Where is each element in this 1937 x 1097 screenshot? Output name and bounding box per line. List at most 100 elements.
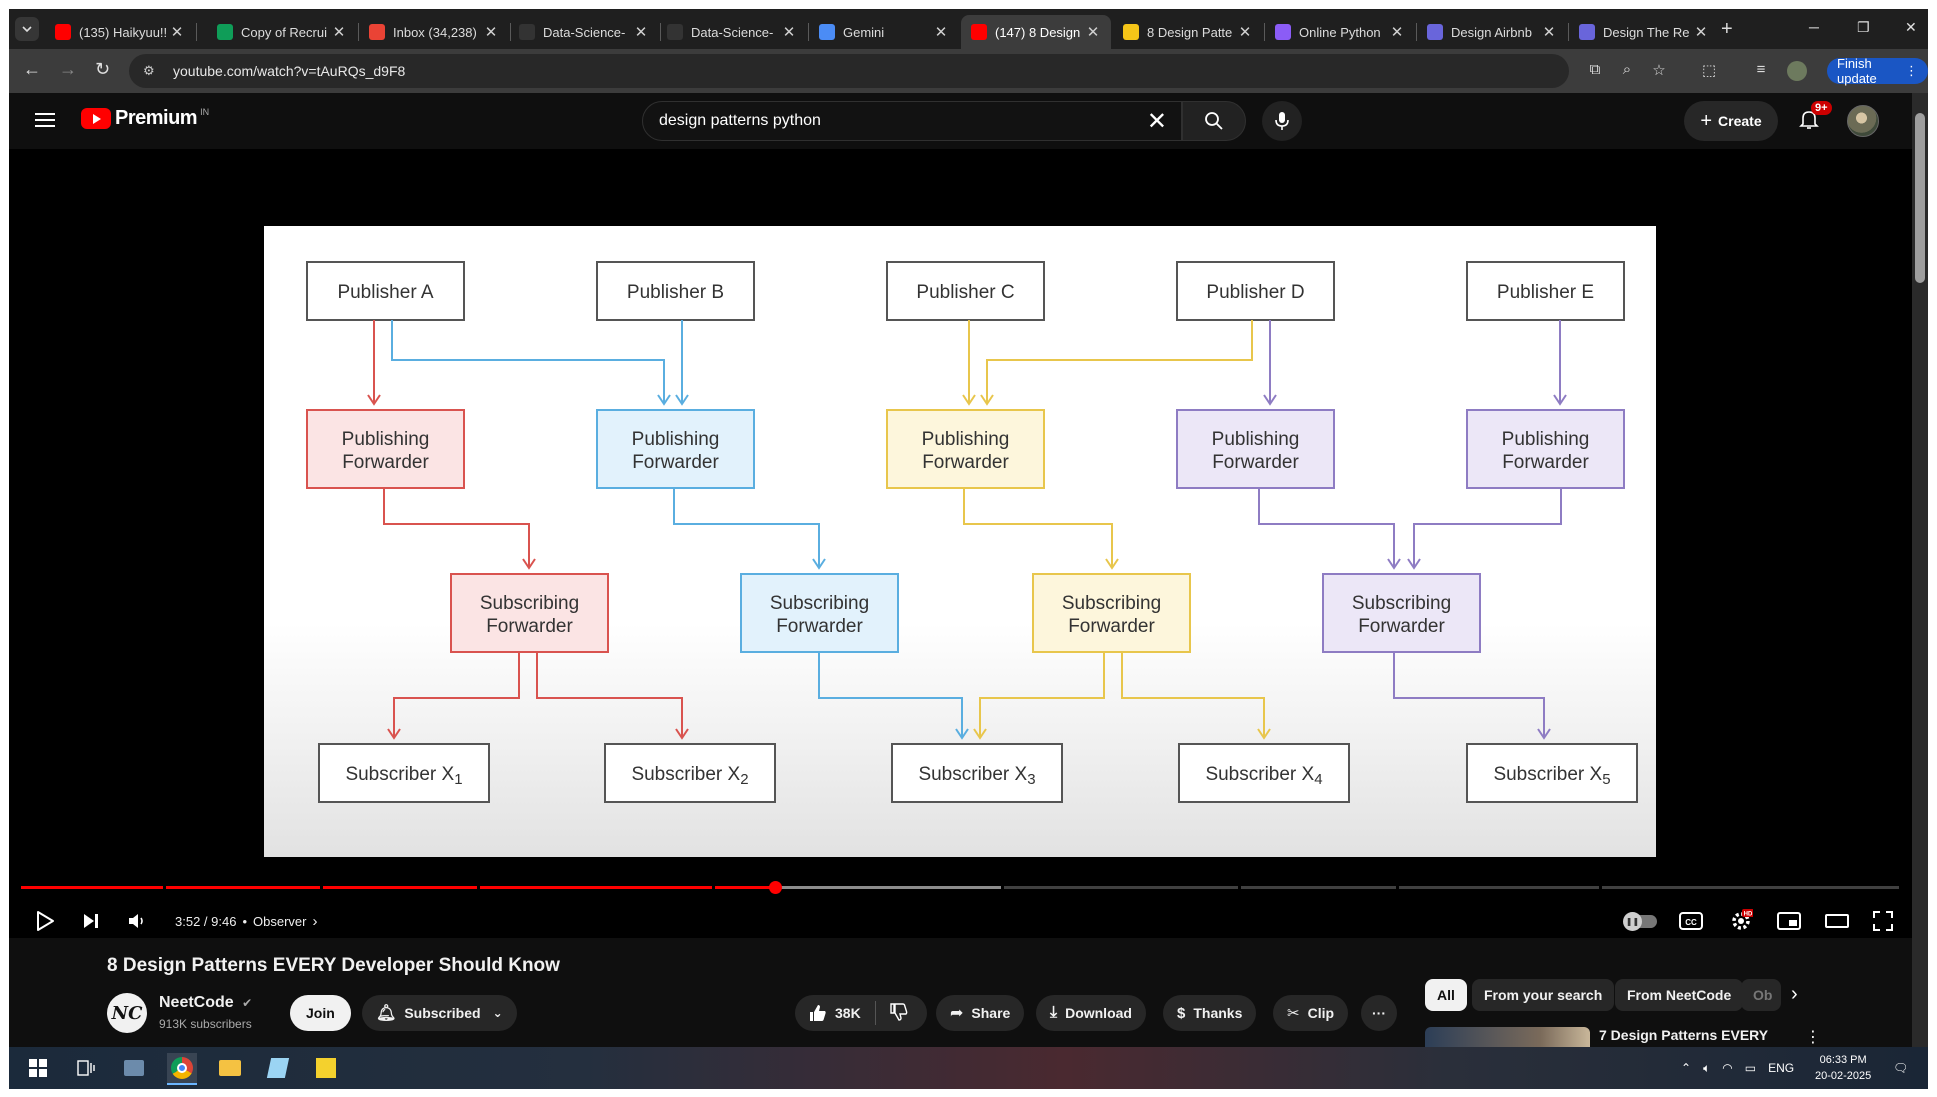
video-player[interactable]: Publisher A Publisher B Publisher C Publish… [9,149,1912,938]
channel-avatar[interactable]: NC [107,993,147,1033]
channel-name[interactable]: NeetCode ✔ [159,994,252,1012]
clock[interactable]: 06:33 PM 20-02-2025 [1815,1052,1871,1084]
tab-title: (147) 8 Design [995,24,1081,40]
autoplay-toggle[interactable]: ❚❚ [1623,909,1657,933]
wifi-icon[interactable]: ◠ [1722,1061,1732,1075]
recommendation-thumbnail[interactable] [1425,1027,1590,1047]
theater-mode-icon [1825,914,1849,928]
taskbar-file-explorer-icon[interactable] [215,1053,245,1083]
like-button[interactable]: 38K [809,1004,861,1022]
next-button[interactable] [81,909,101,933]
close-tab-icon[interactable]: ✕ [633,23,649,41]
more-vertical-icon[interactable]: ⋮ [1805,1027,1821,1047]
back-button[interactable]: ← [23,59,41,80]
close-tab-icon[interactable]: ✕ [483,23,499,41]
search-button[interactable] [1182,101,1246,141]
chapter-title[interactable]: Observer [253,914,306,929]
install-app-icon[interactable]: ⧉ [1585,61,1605,81]
taskbar-sticky-notes-icon[interactable] [311,1053,341,1083]
play-button[interactable] [35,909,55,933]
close-tab-icon[interactable]: ✕ [1693,23,1709,41]
forward-button[interactable]: → [59,59,77,80]
browser-tab[interactable]: Online Python ✕ [1265,15,1415,49]
filter-chip[interactable]: From your search [1472,979,1615,1011]
taskbar-chrome-icon[interactable] [167,1053,197,1085]
close-tab-icon[interactable]: ✕ [1085,23,1101,41]
share-button[interactable]: ➦ Share [936,995,1025,1031]
reading-list-icon[interactable]: ≡ [1751,61,1771,81]
fullscreen-button[interactable] [1873,909,1893,933]
notifications-button[interactable]: 9+ [1797,101,1832,135]
close-tab-icon[interactable]: ✕ [1389,23,1405,41]
create-button[interactable]: + Create [1684,101,1778,141]
tab-search-button[interactable] [15,17,39,41]
miniplayer-button[interactable] [1777,909,1801,933]
mute-button[interactable] [127,909,147,933]
close-tab-icon[interactable]: ✕ [1237,23,1253,41]
voice-search-button[interactable] [1262,101,1302,141]
close-tab-icon[interactable]: ✕ [933,23,949,41]
chevron-up-icon[interactable]: ⌃ [1681,1061,1691,1075]
browser-tab[interactable]: Data-Science- ✕ [509,15,659,49]
notification-center-icon[interactable]: 🗨︎ [1893,1047,1908,1089]
finish-update-button[interactable]: Finish update ⋮ [1827,56,1928,86]
settings-button[interactable]: HD [1729,909,1753,933]
taskbar-app-icon[interactable] [263,1053,293,1083]
reload-button[interactable]: ↻ [95,59,110,80]
minimize-button[interactable]: ─ [1809,19,1819,35]
profile-icon[interactable] [1787,61,1807,81]
speaker-icon[interactable]: 🔈︎ [1703,1061,1710,1076]
task-view-button[interactable] [71,1053,101,1083]
chevron-right-icon[interactable]: › [1791,983,1798,1006]
chevron-right-icon[interactable]: › [312,913,317,930]
close-tab-icon[interactable]: ✕ [1541,23,1557,41]
clip-button[interactable]: ✂ Clip [1273,995,1349,1031]
browser-tab[interactable]: 8 Design Patte ✕ [1113,15,1263,49]
close-tab-icon[interactable]: ✕ [331,23,347,41]
menu-icon[interactable] [35,113,55,127]
dislike-button[interactable] [889,1002,908,1024]
language-indicator[interactable]: ENG [1768,1061,1794,1075]
taskbar-app-explorer-icon[interactable] [119,1053,149,1083]
filter-chip[interactable]: Ob [1741,979,1781,1011]
browser-tab[interactable]: Data-Science- ✕ [657,15,807,49]
clear-search-icon[interactable]: ✕ [1147,107,1167,136]
progress-bar[interactable] [21,881,1899,894]
filter-chip[interactable]: From NeetCode [1615,979,1744,1011]
download-icon: ⤓ [1050,1004,1058,1021]
more-actions-button[interactable]: ··· [1361,995,1397,1031]
address-bar[interactable]: ⚙ youtube.com/watch?v=tAuRQs_d9F8 [129,54,1569,88]
site-info-icon[interactable]: ⚙ [143,63,159,79]
page-scrollbar[interactable] [1912,93,1928,1047]
close-tab-icon[interactable]: ✕ [781,23,797,41]
browser-tab[interactable]: Design Airbnb ✕ [1417,15,1567,49]
bookmark-star-icon[interactable]: ☆ [1649,61,1669,81]
browser-tab[interactable]: Design The Re ✕ [1569,15,1719,49]
youtube-logo[interactable]: Premium IN [81,107,209,130]
theater-mode-button[interactable] [1825,909,1849,933]
restore-button[interactable]: ❐ [1857,19,1870,36]
zoom-icon[interactable]: ⌕ [1617,61,1637,81]
captions-button[interactable]: CC [1679,909,1703,933]
close-window-button[interactable]: ✕ [1905,19,1917,36]
browser-tab[interactable]: (147) 8 Design ✕ [961,15,1111,49]
download-button[interactable]: ⤓ Download [1036,995,1146,1031]
browser-tab[interactable]: Gemini ✕ [809,15,959,49]
thanks-button[interactable]: $ Thanks [1163,995,1257,1031]
close-tab-icon[interactable]: ✕ [169,23,185,41]
battery-icon[interactable]: ▭ [1745,1061,1756,1075]
browser-tab[interactable]: Copy of Recrui ✕ [207,15,357,49]
browser-tab[interactable]: (135) Haikyuu!! ✕ [45,15,195,49]
subscribed-button[interactable]: 🔔︎ Subscribed ⌄ [362,995,517,1031]
browser-tab[interactable]: Inbox (34,238) ✕ [359,15,509,49]
account-avatar[interactable] [1847,105,1879,137]
new-tab-button[interactable]: + [1721,19,1733,39]
extensions-icon[interactable]: ⬚ [1699,61,1719,81]
recommendation-title[interactable]: 7 Design Patterns EVERY Developer Should… [1599,1026,1789,1047]
search-input[interactable]: design patterns python ✕ [642,101,1182,141]
start-button[interactable] [23,1053,53,1083]
join-button[interactable]: Join [290,995,351,1031]
scrubber-handle[interactable] [769,881,782,894]
filter-chip[interactable]: All [1425,979,1467,1011]
windows-taskbar: ⌃ 🔈︎ ◠ ▭ ENG 06:33 PM 20-02-2025 🗨︎ [9,1047,1928,1089]
